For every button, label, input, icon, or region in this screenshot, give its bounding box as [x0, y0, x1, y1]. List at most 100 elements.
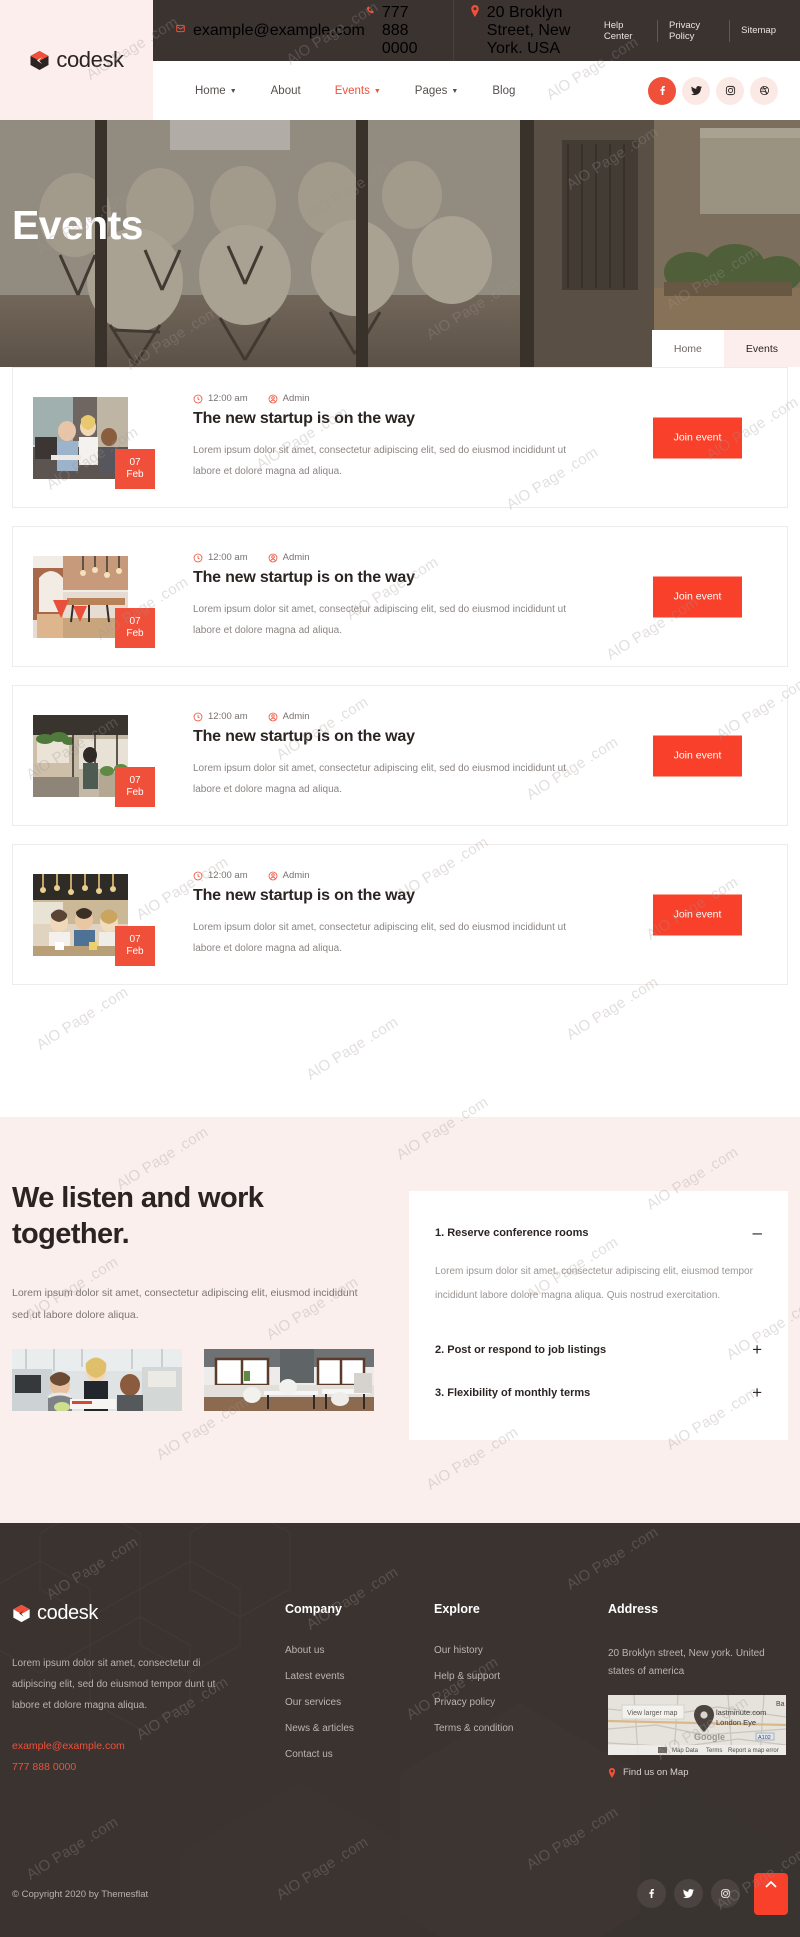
footer-phone[interactable]: 777 888 0000 [12, 1761, 240, 1773]
accordion-header[interactable]: 1. Reserve conference rooms – [435, 1211, 762, 1254]
events-list: 07 Feb 12:00 am Admin The new startup is… [0, 367, 800, 1003]
svg-text:Ba: Ba [776, 1701, 785, 1708]
topbar-phone[interactable]: 777 888 0000 [365, 4, 439, 58]
user-icon [268, 553, 278, 563]
event-title[interactable]: The new startup is on the way [193, 887, 528, 905]
footer-link-about-us[interactable]: About us [285, 1645, 354, 1656]
user-icon [268, 712, 278, 722]
accordion-header[interactable]: 2. Post or respond to job listings + [435, 1328, 762, 1371]
topbar-phone-text: 777 888 0000 [381, 3, 418, 57]
topbar-email[interactable]: example@example.com [175, 22, 365, 40]
footer-link-latest-events[interactable]: Latest events [285, 1671, 354, 1682]
clock-icon [193, 553, 203, 563]
topbar-link-help-center[interactable]: Help Center [593, 19, 659, 42]
dribbble-icon[interactable] [750, 76, 778, 105]
event-date-badge: 07 Feb [115, 607, 155, 648]
footer-column-company: Company About us Latest events Our servi… [285, 1602, 354, 1775]
event-time-text: 12:00 am [208, 393, 248, 404]
accordion-item-1: 1. Reserve conference rooms – Lorem ipsu… [435, 1211, 762, 1328]
footer-link-privacy-policy[interactable]: Privacy policy [434, 1697, 513, 1708]
accordion-answer: Lorem ipsum dolor sit amet, consectetur … [435, 1266, 753, 1301]
join-event-button[interactable]: Join event [653, 576, 742, 617]
event-time: 12:00 am [193, 711, 248, 722]
nav-item-blog[interactable]: Blog [475, 85, 532, 97]
nav-item-events[interactable]: Events ▼ [318, 85, 398, 97]
event-time: 12:00 am [193, 552, 248, 563]
nav-label: Blog [492, 84, 516, 97]
event-title[interactable]: The new startup is on the way [193, 410, 528, 428]
minus-icon[interactable]: – [753, 1224, 762, 1241]
svg-text:lastminute.com: lastminute.com [716, 1708, 766, 1717]
clock-icon [193, 871, 203, 881]
join-event-button[interactable]: Join event [653, 417, 742, 458]
event-title[interactable]: The new startup is on the way [193, 569, 528, 587]
svg-text:A102: A102 [758, 1735, 771, 1741]
event-card[interactable]: 07 Feb 12:00 am Admin The new startup is… [12, 685, 788, 826]
nav-label: Pages [414, 84, 448, 97]
footer-link-help-support[interactable]: Help & support [434, 1671, 513, 1682]
plus-icon[interactable]: + [752, 1341, 762, 1358]
footer-bottom-bar: © Copyright 2020 by Themesflat [0, 1865, 800, 1937]
topbar-email-text: example@example.com [193, 21, 365, 39]
topbar-link-privacy-policy[interactable]: Privacy Policy [658, 19, 731, 42]
footer-column-title: Explore [434, 1602, 480, 1616]
scroll-to-top-button[interactable] [754, 1873, 788, 1915]
nav-item-about[interactable]: About [254, 85, 318, 97]
plus-icon[interactable]: + [752, 1384, 762, 1401]
event-card[interactable]: 07 Feb 12:00 am Admin The new startup is… [12, 367, 788, 508]
facebook-icon[interactable] [637, 1879, 666, 1908]
footer-link-terms-condition[interactable]: Terms & condition [434, 1723, 513, 1734]
top-bar: example@example.com 777 888 0000 20 Brok… [153, 0, 800, 61]
nav-label: Events [334, 84, 370, 97]
instagram-icon[interactable] [716, 76, 744, 105]
instagram-icon[interactable] [711, 1879, 740, 1908]
event-time-text: 12:00 am [208, 870, 248, 881]
footer-column-address: Address 20 Broklyn street, New york. Uni… [608, 1602, 788, 1778]
footer-logo[interactable]: codesk [12, 1602, 240, 1625]
listen-images [12, 1349, 374, 1411]
event-thumbnail: 07 Feb [33, 714, 155, 807]
accordion-header[interactable]: 3. Flexibility of monthly terms + [435, 1371, 762, 1414]
brand-logo[interactable]: codesk [29, 47, 124, 73]
nav-item-pages[interactable]: Pages ▼ [398, 85, 476, 97]
breadcrumb-item-home[interactable]: Home [651, 330, 724, 367]
event-meta: 12:00 am Admin [193, 711, 528, 722]
page-title: Events [12, 202, 143, 248]
event-card[interactable]: 07 Feb 12:00 am Admin The new startup is… [12, 844, 788, 985]
footer-map[interactable]: View larger map lastminute.com London Ey… [608, 1695, 786, 1755]
footer-link-our-services[interactable]: Our services [285, 1697, 354, 1708]
event-date-day: 07 [129, 933, 141, 945]
event-card[interactable]: 07 Feb 12:00 am Admin The new startup is… [12, 526, 788, 667]
twitter-icon[interactable] [682, 76, 710, 105]
join-event-button[interactable]: Join event [653, 735, 742, 776]
svg-text:Terms: Terms [706, 1748, 722, 1754]
topbar-link-sitemap[interactable]: Sitemap [730, 25, 776, 36]
footer-link-news-articles[interactable]: News & articles [285, 1723, 354, 1734]
event-body: 12:00 am Admin The new startup is on the… [128, 870, 566, 959]
event-date-month: Feb [126, 627, 144, 639]
event-date-day: 07 [129, 615, 141, 627]
event-author: Admin [268, 870, 310, 881]
logo-area[interactable]: codesk [0, 0, 153, 120]
svg-text:Google: Google [694, 1732, 725, 1742]
hero-banner: Events Home Events [0, 120, 800, 367]
join-event-button[interactable]: Join event [653, 894, 742, 935]
breadcrumb-item-events[interactable]: Events [723, 330, 800, 367]
topbar-address: 20 Broklyn Street, New York. USA [454, 4, 593, 58]
footer-find-us[interactable]: Find us on Map [608, 1767, 788, 1778]
event-description: Lorem ipsum dolor sit amet, consectetur … [193, 922, 566, 954]
svg-text:View larger map: View larger map [627, 1710, 678, 1717]
footer-link-contact-us[interactable]: Contact us [285, 1749, 354, 1760]
event-body: 12:00 am Admin The new startup is on the… [128, 711, 566, 800]
map-pin-icon [608, 1767, 616, 1778]
facebook-icon[interactable] [648, 76, 676, 105]
envelope-icon [175, 23, 186, 34]
twitter-icon[interactable] [674, 1879, 703, 1908]
event-title[interactable]: The new startup is on the way [193, 728, 528, 746]
nav-item-home[interactable]: Home ▼ [178, 85, 254, 97]
footer-link-our-history[interactable]: Our history [434, 1645, 513, 1656]
footer-email[interactable]: example@example.com [12, 1740, 240, 1752]
svg-text:Report a map error: Report a map error [728, 1748, 779, 1754]
topbar-address-text: 20 Broklyn Street, New York. USA [486, 3, 571, 57]
nav-label: Home [195, 84, 226, 97]
